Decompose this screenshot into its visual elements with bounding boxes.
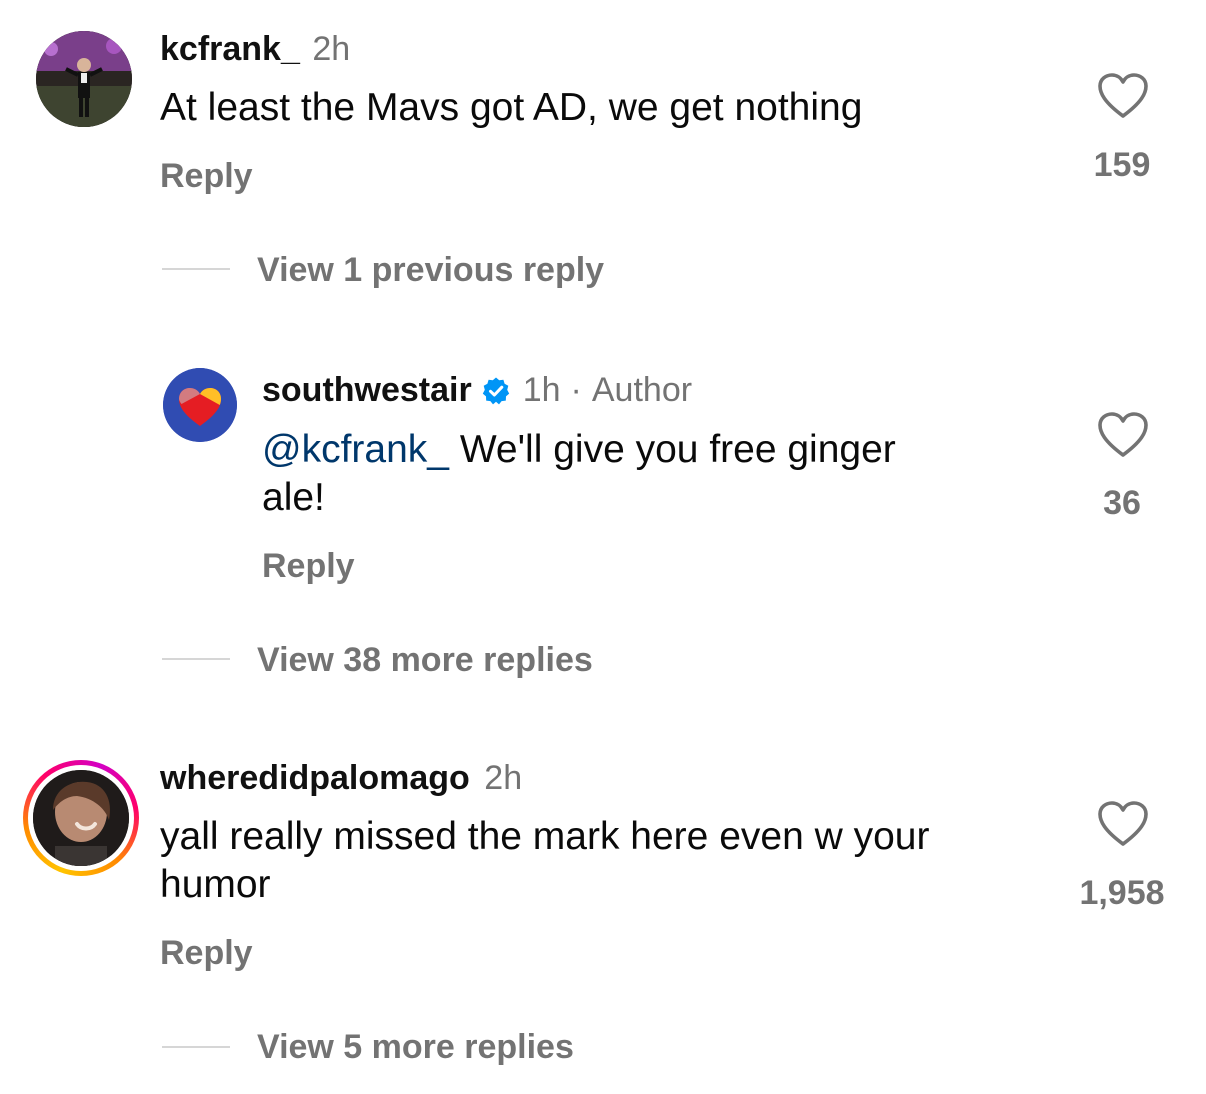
avatar-photo (33, 770, 129, 866)
reply-button[interactable]: Reply (262, 547, 355, 586)
avatar[interactable] (36, 31, 132, 127)
comment-time: 2h (312, 30, 351, 68)
comment-text-line1: yall really missed the mark here even w … (160, 815, 930, 858)
heart-outline-icon[interactable] (1098, 801, 1148, 847)
replies-divider (162, 268, 230, 270)
southwest-heart-logo (163, 368, 237, 442)
like-count[interactable]: 1,958 (1052, 874, 1192, 913)
comment-time: 2h (484, 759, 523, 797)
replies-divider (162, 658, 230, 660)
replies-divider (162, 1046, 230, 1048)
mention-link[interactable]: @kcfrank_ (262, 428, 449, 471)
story-ring[interactable] (23, 760, 139, 876)
heart-outline-icon[interactable] (1098, 412, 1148, 458)
comment-time: 1h (522, 371, 561, 409)
avatar[interactable] (163, 368, 237, 442)
comment-text-line2: humor (160, 863, 271, 906)
view-replies-button[interactable]: View 5 more replies (257, 1028, 574, 1067)
heart-outline-icon[interactable] (1098, 73, 1148, 119)
reply-button[interactable]: Reply (160, 157, 253, 196)
like-count[interactable]: 159 (1052, 146, 1192, 185)
story-ring-gap (28, 765, 134, 871)
comment-username[interactable]: southwestair (262, 371, 472, 410)
comment-text: At least the Mavs got AD, we get nothing (160, 86, 863, 129)
view-replies-button[interactable]: View 1 previous reply (257, 251, 604, 290)
comment-username[interactable]: wheredidpalomago (160, 759, 470, 797)
reply-button[interactable]: Reply (160, 934, 253, 973)
avatar (33, 770, 129, 866)
avatar-photo (36, 31, 132, 127)
comment-text: yall really missed the mark here even w … (160, 813, 929, 909)
comment-text-line2: ale! (262, 476, 325, 519)
comment-username[interactable]: kcfrank_ (160, 30, 300, 68)
meta-separator: · (570, 371, 582, 409)
comment-text-line1: We'll give you free ginger (448, 428, 896, 471)
comment-text: @kcfrank_ We'll give you free ginger ale… (262, 426, 896, 522)
verified-badge-icon (482, 377, 509, 404)
like-count[interactable]: 36 (1052, 484, 1192, 523)
author-label: Author (591, 371, 693, 409)
view-replies-button[interactable]: View 38 more replies (257, 641, 593, 680)
